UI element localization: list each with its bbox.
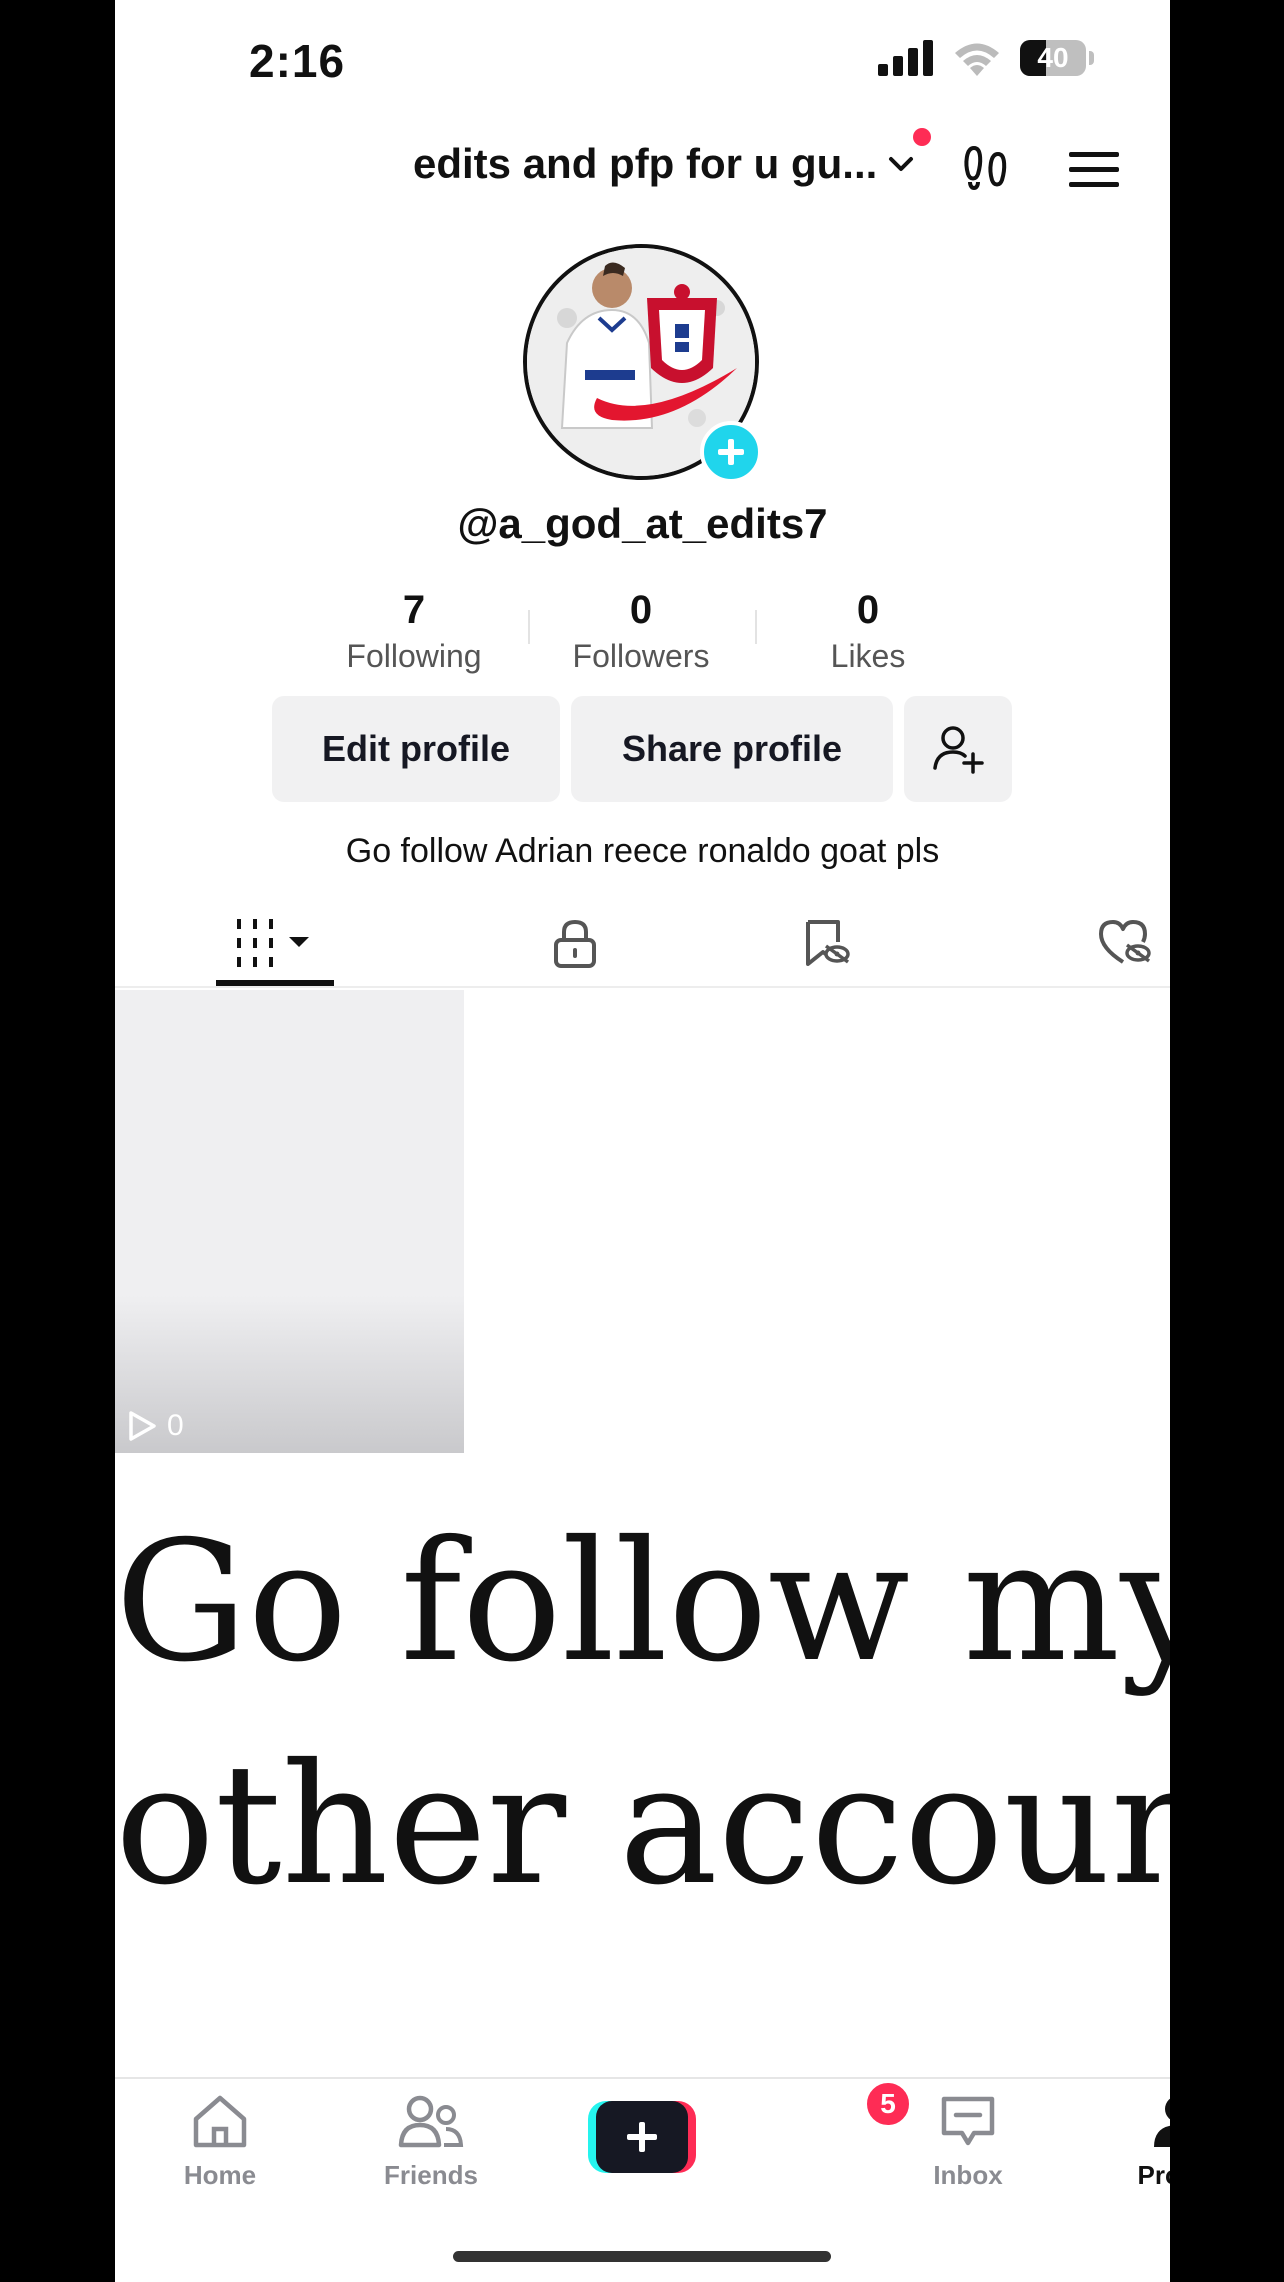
stat-following[interactable]: 7 Following — [314, 586, 514, 675]
tab-liked[interactable] — [1070, 900, 1170, 986]
home-icon — [193, 2095, 247, 2148]
nav-profile[interactable]: Profile — [1098, 2093, 1170, 2191]
stat-followers[interactable]: 0 Followers — [541, 586, 741, 675]
tab-private[interactable] — [520, 900, 630, 986]
nav-label: Profile — [1137, 2160, 1170, 2190]
username: @a_god_at_edits7 — [457, 500, 828, 547]
share-profile-button[interactable]: Share profile — [571, 696, 893, 802]
nav-home[interactable]: Home — [140, 2093, 300, 2191]
stat-divider — [755, 610, 757, 644]
friends-icon — [398, 2095, 464, 2148]
stat-value: 0 — [629, 588, 653, 632]
stat-label: Following — [346, 638, 482, 674]
profile-bio: Go follow Adrian reece ronaldo goat pls — [345, 832, 940, 870]
add-user-icon — [933, 726, 984, 774]
stat-label: Followers — [572, 638, 710, 674]
inbox-icon — [941, 2096, 995, 2146]
create-plus-icon — [627, 2122, 657, 2152]
status-icons: 40 — [878, 40, 1094, 76]
inbox-badge: 5 — [864, 2080, 912, 2128]
add-friend-button[interactable] — [904, 696, 1012, 802]
nav-label: Friends — [384, 2160, 478, 2190]
account-name: edits and pfp for u gu... — [413, 140, 878, 187]
nav-label: Inbox — [933, 2160, 1003, 2190]
stat-divider — [528, 610, 530, 644]
create-button[interactable] — [588, 2101, 696, 2173]
tab-favorites[interactable] — [770, 900, 880, 986]
overlay-text-line-1: Go follow my — [115, 1506, 1170, 1699]
notification-dot — [913, 128, 931, 146]
video-views: 0 — [127, 1409, 184, 1443]
phone-screen: 2:16 40 edits and pfp for u gu... @a_god… — [115, 0, 1170, 2282]
content-tabs — [115, 900, 1170, 988]
status-time: 2:16 — [249, 35, 346, 87]
view-count: 0 — [167, 1409, 184, 1442]
nav-friends[interactable]: Friends — [351, 2093, 511, 2191]
profile-icon — [1154, 2098, 1170, 2147]
menu-icon[interactable] — [1069, 150, 1119, 190]
lock-icon — [554, 919, 596, 968]
chevron-down-icon — [889, 157, 914, 171]
nav-inbox[interactable]: Inbox — [888, 2093, 1048, 2191]
play-icon — [129, 1411, 156, 1441]
active-tab-indicator — [216, 980, 334, 986]
edit-profile-button[interactable]: Edit profile — [272, 696, 560, 802]
grid-videos-icon — [237, 919, 309, 967]
home-indicator — [453, 2251, 831, 2262]
add-avatar-button[interactable] — [700, 421, 762, 483]
tab-videos[interactable] — [216, 900, 334, 986]
bookmark-hidden-icon — [806, 920, 850, 966]
stat-value: 7 — [402, 588, 426, 632]
battery-indicator: 40 — [1020, 40, 1094, 76]
wifi-icon — [955, 43, 999, 76]
liked-hidden-icon — [1099, 920, 1151, 964]
account-switcher[interactable]: edits and pfp for u gu... — [413, 140, 919, 188]
video-thumbnail[interactable]: 0 — [115, 990, 464, 1453]
signal-icon — [878, 40, 933, 76]
overlay-text-line-2: other account — [115, 1729, 1170, 1922]
nav-label: Home — [183, 2160, 257, 2190]
plus-icon — [718, 439, 744, 465]
footprint-icon[interactable] — [962, 142, 1014, 194]
battery-percent: 40 — [1037, 42, 1069, 73]
stat-likes[interactable]: 0 Likes — [768, 586, 968, 675]
stat-label: Likes — [830, 638, 906, 674]
stat-value: 0 — [856, 588, 880, 632]
